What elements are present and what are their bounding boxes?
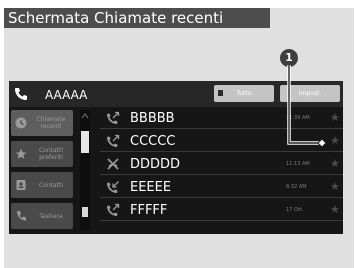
- sidebar-item-keypad[interactable]: Tastiera: [11, 203, 73, 229]
- sidebar: Chiamate recenti Contatti preferiti Cont…: [11, 110, 73, 230]
- sidebar-item-label: Chiamate recenti: [36, 116, 66, 130]
- incoming-call-icon: [107, 181, 119, 193]
- caller-name: DDDDD: [130, 157, 181, 172]
- sidebar-item-label: Contatti: [38, 181, 64, 189]
- sidebar-item-favorites[interactable]: Contatti preferiti: [11, 141, 73, 167]
- call-time: 11:13 AM: [286, 161, 310, 167]
- call-row[interactable]: FFFFF 17 Ott. ★: [100, 200, 343, 221]
- callout-leader-line: [287, 65, 327, 148]
- caller-name: FFFFF: [130, 203, 168, 218]
- clock-icon: [15, 117, 27, 129]
- contacts-icon: [16, 180, 26, 190]
- outgoing-call-icon: [107, 134, 120, 147]
- outgoing-call-icon: [107, 203, 120, 216]
- keypad-icon: [17, 211, 26, 221]
- phone-filter-icon: [218, 90, 223, 96]
- all-calls-button[interactable]: Tutto: [214, 85, 274, 102]
- favorite-star-icon[interactable]: ★: [330, 203, 340, 217]
- favorite-star-icon[interactable]: ★: [330, 180, 340, 194]
- sidebar-item-label: Contatti preferiti: [38, 147, 64, 161]
- outgoing-call-icon: [107, 111, 120, 124]
- call-time: 8:32 AM: [286, 184, 307, 190]
- scroll-thumb[interactable]: [81, 131, 89, 153]
- all-calls-label: Tutto: [236, 90, 252, 97]
- call-row[interactable]: DDDDD 11:13 AM ★: [100, 154, 343, 175]
- sidebar-item-recent-calls[interactable]: Chiamate recenti: [11, 110, 73, 136]
- call-time: 17 Ott.: [286, 207, 304, 213]
- contact-name: AAAAA: [45, 88, 88, 102]
- star-icon: [15, 148, 27, 159]
- favorite-star-icon[interactable]: ★: [330, 157, 340, 171]
- caller-name: CCCCC: [130, 134, 176, 149]
- scroll-up-icon[interactable]: [81, 112, 89, 120]
- page-title: Schermata Chiamate recenti: [4, 8, 270, 28]
- call-row[interactable]: EEEEE 8:32 AM ★: [100, 177, 343, 198]
- scroll-down-button[interactable]: [82, 207, 88, 217]
- sidebar-item-contacts[interactable]: Contatti: [11, 172, 73, 198]
- phone-icon: [15, 88, 27, 100]
- caller-name: EEEEE: [130, 180, 172, 195]
- caller-name: BBBBB: [130, 111, 175, 126]
- sidebar-item-label: Tastiera: [39, 212, 63, 220]
- missed-call-icon: [107, 158, 119, 170]
